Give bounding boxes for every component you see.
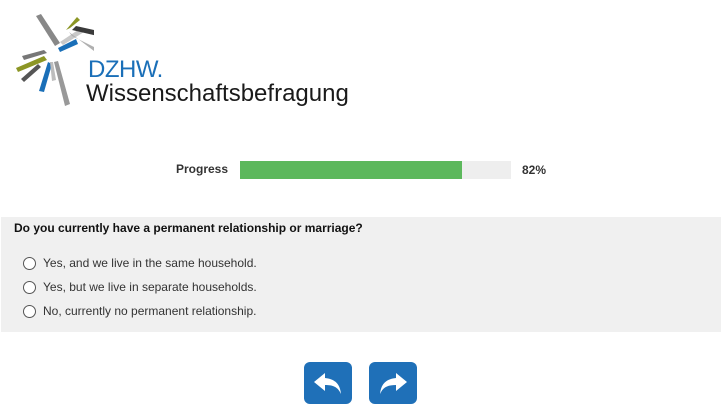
dzhw-starburst-logo-icon [16,14,94,106]
option-label: Yes, and we live in the same household. [43,256,257,270]
dzhw-logo: DZHW. Wissenschaftsbefragung [14,12,349,112]
progress-track [240,161,511,179]
question-panel: Do you currently have a permanent relati… [1,217,721,332]
option-no-relationship[interactable]: No, currently no permanent relationship. [23,303,273,319]
survey-page: DZHW. Wissenschaftsbefragung Progress 82… [0,0,722,415]
radio-button[interactable] [23,257,36,270]
progress-fill [240,161,463,179]
next-button[interactable] [369,362,417,404]
question-text: Do you currently have a permanent relati… [14,221,363,235]
progress-indicator: Progress 82% [0,160,722,180]
forward-arrow-icon [380,373,407,394]
option-same-household[interactable]: Yes, and we live in the same household. [23,255,273,271]
logo-subtitle-text: Wissenschaftsbefragung [86,80,349,107]
progress-percent: 82% [522,163,547,177]
option-label: No, currently no permanent relationship. [43,304,257,318]
option-separate-households[interactable]: Yes, but we live in separate households. [23,279,273,295]
back-button[interactable] [304,362,352,404]
radio-button[interactable] [23,281,36,294]
option-label: Yes, but we live in separate households. [43,280,257,294]
radio-button[interactable] [23,305,36,318]
back-arrow-icon [314,373,341,394]
progress-label: Progress [176,162,229,176]
